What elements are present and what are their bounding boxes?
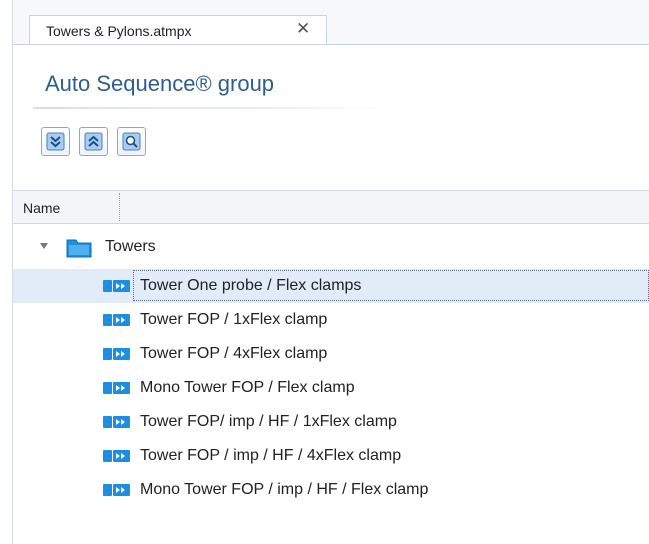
tree-item[interactable]: Tower FOP / imp / HF / 4xFlex clamp [13,439,649,473]
expand-chevron-icon[interactable] [40,243,48,249]
tree-item[interactable]: Tower FOP / 1xFlex clamp [13,303,649,337]
tree-item[interactable]: Tower FOP / 4xFlex clamp [13,337,649,371]
sequence-icon [103,279,131,298]
tab-towers-pylons[interactable]: Towers & Pylons.atmpx ✕ [29,15,327,44]
folder-icon [66,236,94,263]
sequence-icon [103,313,131,332]
folder-label: Towers [105,238,156,255]
tree-item[interactable]: Tower One probe / Flex clamps [13,269,649,303]
sequence-icon [103,449,131,468]
tab-bar: Towers & Pylons.atmpx ✕ [13,0,649,45]
sequence-icon [103,483,131,502]
tree-item[interactable]: Tower FOP/ imp / HF / 1xFlex clamp [13,405,649,439]
collapse-all-button[interactable] [79,127,108,156]
name-column-header[interactable]: Name [23,200,60,216]
search-button[interactable] [117,127,146,156]
item-label: Tower One probe / Flex clamps [140,277,362,294]
tree-folder-towers[interactable]: Towers [13,230,649,264]
auto-sequence-panel: Towers & Pylons.atmpx ✕ Auto Sequence® g… [13,0,649,544]
panel-title: Auto Sequence® group [45,71,275,96]
item-label: Tower FOP / imp / HF / 4xFlex clamp [140,447,402,464]
left-gutter [0,0,13,544]
sequence-icon [103,381,131,400]
column-separator[interactable] [119,193,120,221]
item-label: Tower FOP/ imp / HF / 1xFlex clamp [140,413,397,430]
item-label: Tower FOP / 4xFlex clamp [140,345,328,362]
item-label: Mono Tower FOP / imp / HF / Flex clamp [140,481,429,498]
tab-label: Towers & Pylons.atmpx [46,23,192,39]
column-header-row: Name [13,190,649,224]
title-divider [33,107,393,109]
tree-item[interactable]: Mono Tower FOP / Flex clamp [13,371,649,405]
sequence-icon [103,347,131,366]
item-label: Mono Tower FOP / Flex clamp [140,379,355,396]
tree-item[interactable]: Mono Tower FOP / imp / HF / Flex clamp [13,473,649,507]
close-icon[interactable]: ✕ [296,19,310,39]
item-label: Tower FOP / 1xFlex clamp [140,311,328,328]
expand-all-button[interactable] [41,127,70,156]
sequence-icon [103,415,131,434]
